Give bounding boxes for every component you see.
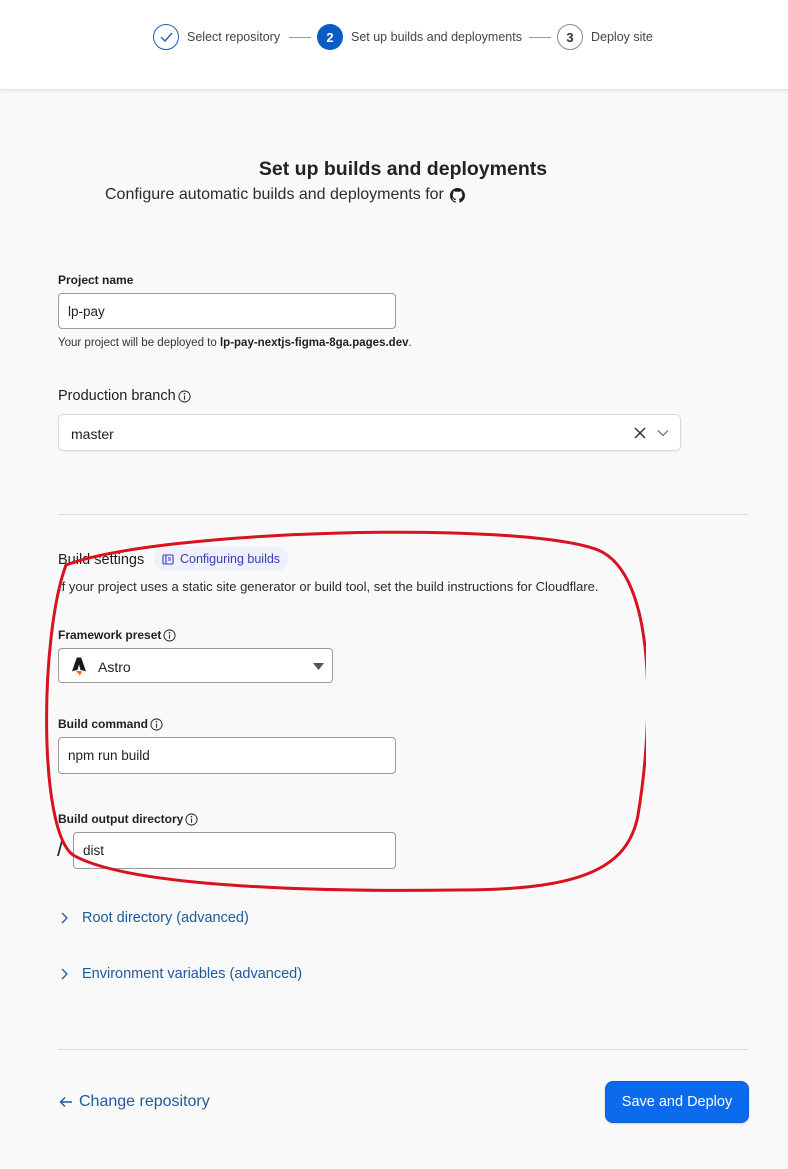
doc-link-label: Configuring builds <box>180 552 281 566</box>
help-prefix: Your project will be deployed to <box>58 337 220 349</box>
info-icon[interactable] <box>163 628 176 642</box>
configuring-builds-link[interactable]: Configuring builds <box>154 547 290 571</box>
page-title: Set up builds and deployments <box>258 158 548 180</box>
info-icon[interactable] <box>178 389 191 403</box>
output-label-text: Build output directory <box>58 812 184 826</box>
step-2-active: 2 <box>317 24 343 50</box>
deploy-domain: lp-pay-nextjs-figma-8ga.pages.dev <box>219 337 409 349</box>
info-icon[interactable] <box>185 812 198 826</box>
build-settings-title: Build settings <box>58 552 145 568</box>
project-name-input[interactable]: lp-pay <box>58 293 396 329</box>
clear-icon[interactable] <box>633 426 647 440</box>
project-domain-help: Your project will be deployed to lp-pay-… <box>58 337 412 349</box>
production-branch-label: Production branch <box>58 388 191 404</box>
build-output-label: Build output directory <box>58 812 198 826</box>
step-connector <box>529 37 551 38</box>
subtitle-text: Configure automatic builds and deploymen… <box>105 186 444 203</box>
step-1-label: Select repository <box>187 30 281 44</box>
environment-variables-label: Environment variables (advanced) <box>82 966 303 982</box>
environment-variables-toggle[interactable]: Environment variables (advanced) <box>60 966 302 982</box>
step-3-pending: 3 <box>557 24 583 50</box>
github-icon <box>449 187 465 203</box>
astro-logo-icon <box>72 657 86 676</box>
build-output-input[interactable]: dist <box>73 832 396 869</box>
info-icon[interactable] <box>150 717 163 731</box>
root-directory-toggle[interactable]: Root directory (advanced) <box>60 910 249 926</box>
build-command-label: Build command <box>58 717 163 731</box>
root-directory-label: Root directory (advanced) <box>82 910 249 926</box>
branch-value: master <box>71 426 114 442</box>
framework-preset-label: Framework preset <box>58 628 176 642</box>
page-subtitle: Configure automatic builds and deploymen… <box>105 186 465 204</box>
section-divider <box>58 514 748 515</box>
save-and-deploy-button[interactable]: Save and Deploy <box>605 1081 749 1123</box>
step-1-complete <box>153 24 179 50</box>
output-path-prefix: / <box>57 836 64 861</box>
step-connector <box>289 37 311 38</box>
framework-value: Astro <box>98 659 131 675</box>
checkmark-icon <box>160 32 173 42</box>
command-label-text: Build command <box>58 717 149 731</box>
framework-preset-select[interactable]: Astro <box>58 648 333 683</box>
production-branch-select[interactable]: master <box>58 414 681 451</box>
chevron-down-icon[interactable] <box>656 427 670 439</box>
step-2-label: Set up builds and deployments <box>351 30 522 44</box>
build-command-input[interactable]: npm run build <box>58 737 396 774</box>
change-repository-link[interactable]: Change repository <box>59 1093 210 1111</box>
change-repository-label: Change repository <box>79 1093 210 1110</box>
project-name-label: Project name <box>58 273 134 287</box>
branch-label-text: Production branch <box>58 388 176 404</box>
help-suffix: . <box>408 337 412 349</box>
step-3-label: Deploy site <box>591 30 653 44</box>
chevron-right-icon <box>61 968 68 980</box>
chevron-right-icon <box>61 912 68 924</box>
arrow-left-icon <box>59 1097 72 1107</box>
framework-label-text: Framework preset <box>58 628 162 642</box>
footer-divider <box>58 1049 748 1050</box>
caret-down-icon <box>313 663 324 670</box>
build-settings-description: If your project uses a static site gener… <box>58 579 599 594</box>
progress-stepper: Select repository 2 Set up builds and de… <box>0 0 788 90</box>
book-icon <box>162 553 174 565</box>
